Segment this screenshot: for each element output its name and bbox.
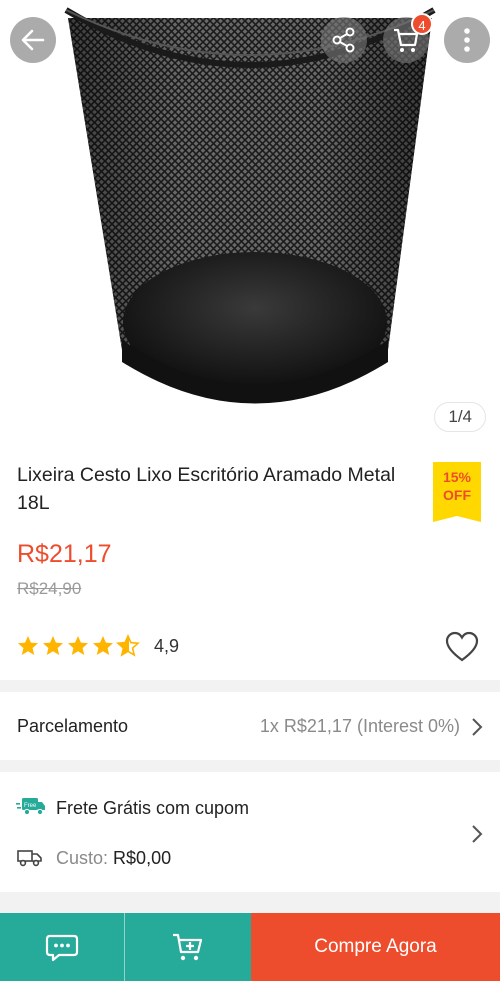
shipping-cost-label: Custo: — [56, 848, 109, 868]
free-badge-text: Free — [24, 803, 37, 809]
chevron-right-icon — [472, 718, 483, 736]
cart-count-badge: 4 — [411, 13, 433, 35]
discount-off-label: OFF — [443, 487, 471, 503]
chat-icon — [45, 934, 79, 962]
add-to-cart-icon — [173, 933, 203, 961]
free-shipping-text: Frete Grátis com cupom — [56, 798, 250, 818]
favorite-heart-icon[interactable] — [445, 631, 479, 663]
current-price: R$21,17 — [17, 540, 112, 568]
discount-badge: 15% OFF — [433, 462, 481, 522]
buy-now-button[interactable]: Compre Agora — [251, 913, 500, 981]
product-image — [64, 7, 436, 404]
more-vertical-icon — [464, 28, 470, 52]
more-options-button[interactable] — [444, 17, 490, 63]
shipping-cost-value: R$0,00 — [113, 848, 172, 868]
section-divider — [0, 892, 500, 913]
arrow-left-icon — [21, 29, 45, 51]
star-icon — [18, 636, 38, 655]
original-price: R$24,90 — [17, 579, 82, 598]
bottom-action-bar: Compre Agora — [0, 913, 500, 981]
product-title: Lixeira Cesto Lixo Escritório Aramado Me… — [17, 464, 396, 514]
back-button[interactable] — [10, 17, 56, 63]
share-icon — [332, 27, 355, 53]
star-icon — [68, 636, 88, 655]
section-divider — [0, 680, 500, 692]
installments-label: Parcelamento — [17, 716, 129, 736]
image-pager: 1/4 — [434, 402, 486, 432]
chevron-right-icon — [472, 825, 483, 843]
star-icon — [43, 636, 63, 655]
rating-value: 4,9 — [154, 635, 180, 656]
star-half-icon — [116, 634, 140, 657]
installments-row[interactable]: Parcelamento 1x R$21,17 (Interest 0%) — [0, 692, 500, 760]
rating: 4,9 — [16, 634, 179, 658]
cart-button[interactable]: 4 — [383, 13, 433, 63]
truck-icon — [17, 850, 42, 867]
shipping-cost: Custo: R$0,00 — [56, 848, 171, 869]
product-image-carousel[interactable]: 4 1/4 — [0, 0, 500, 440]
chat-button[interactable] — [0, 913, 125, 981]
share-button[interactable] — [321, 17, 367, 63]
section-divider — [0, 760, 500, 772]
rating-stars — [16, 634, 140, 658]
free-shipping-truck-icon: Free — [16, 798, 45, 816]
star-icon — [93, 636, 113, 655]
discount-percent: 15% — [442, 469, 472, 485]
shipping-row[interactable]: Free Frete Grátis com cupom Custo: R$0,0… — [0, 772, 500, 892]
add-to-cart-button[interactable] — [125, 913, 251, 981]
installments-value: 1x R$21,17 (Interest 0%) — [259, 716, 460, 736]
